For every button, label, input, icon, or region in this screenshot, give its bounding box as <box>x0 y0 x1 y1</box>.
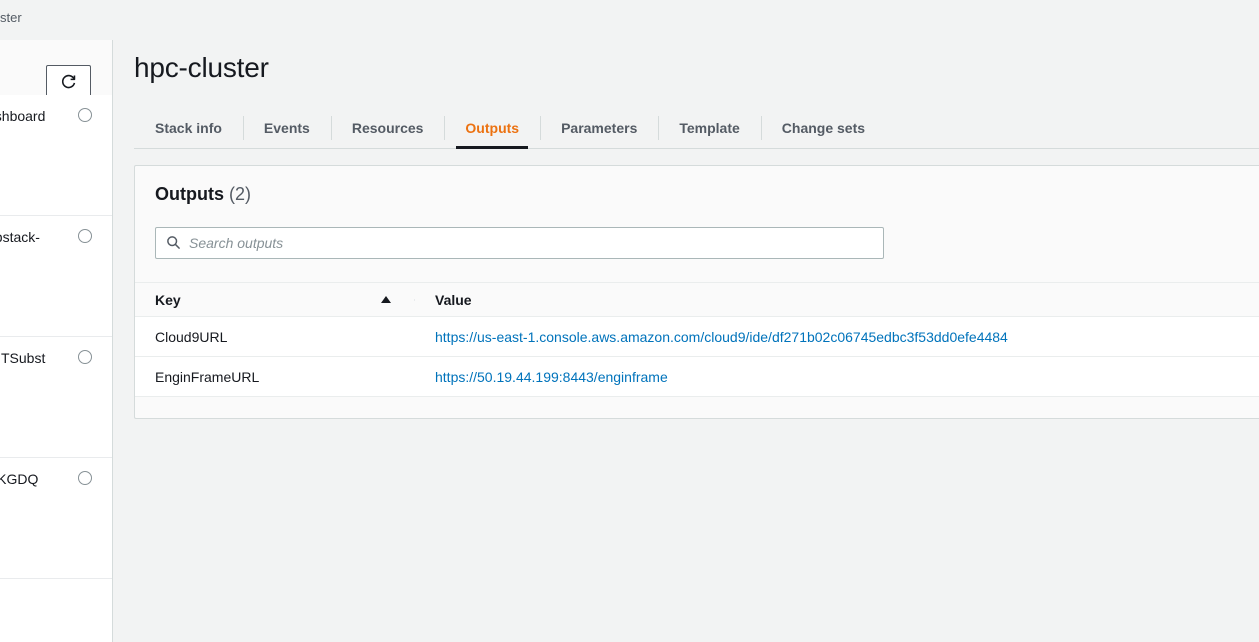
outputs-table: Key Value Cloud9URL https://us-east-1.co… <box>135 282 1259 397</box>
tab-bar: Stack info Events Resources Outputs Para… <box>134 108 1259 149</box>
outputs-heading: Outputs <box>155 184 224 204</box>
main-content: hpc-cluster Stack info Events Resources … <box>114 40 1259 642</box>
output-value-link[interactable]: https://50.19.44.199:8443/enginframe <box>435 369 668 385</box>
output-key: Cloud9URL <box>155 328 228 345</box>
output-value: https://us-east-1.console.aws.amazon.com… <box>415 329 1008 345</box>
outputs-card-header: Outputs (2) <box>135 166 1259 205</box>
tab-label: Outputs <box>465 120 520 136</box>
list-item[interactable]: ashboard <box>0 95 112 216</box>
stack-list-rows: ashboard ubstack- HITSubst CKGDQ <box>0 95 112 579</box>
stack-name-label: HITSubst <box>0 350 46 366</box>
output-value: https://50.19.44.199:8443/enginframe <box>415 369 668 385</box>
stack-list-panel: ❮ 1 ❯ ashboard ubstack- HITSubst CKGDQ <box>0 40 113 642</box>
refresh-icon <box>60 73 77 90</box>
table-row: Cloud9URL https://us-east-1.console.aws.… <box>135 317 1259 357</box>
column-header-value[interactable]: Value <box>415 292 472 308</box>
tab-change-sets[interactable]: Change sets <box>760 108 886 148</box>
tab-label: Resources <box>351 120 424 136</box>
list-item[interactable]: HITSubst <box>0 337 112 458</box>
breadcrumb[interactable]: ster <box>0 10 22 25</box>
tab-template[interactable]: Template <box>658 108 760 148</box>
table-header-row: Key Value <box>135 282 1259 317</box>
tab-label: Parameters <box>561 120 638 136</box>
stack-select-radio[interactable] <box>78 229 92 243</box>
stack-select-radio[interactable] <box>78 471 92 485</box>
list-item[interactable]: CKGDQ <box>0 458 112 579</box>
app-root: ster ❮ 1 ❯ ashboard <box>0 0 1259 642</box>
tab-label: Stack info <box>155 120 222 136</box>
page-title: hpc-cluster <box>134 52 269 83</box>
tab-events[interactable]: Events <box>242 108 331 148</box>
output-key: EnginFrameURL <box>155 368 260 385</box>
stack-select-radio[interactable] <box>78 350 92 364</box>
stack-name-label: CKGDQ <box>0 471 39 487</box>
tab-resources[interactable]: Resources <box>330 108 445 148</box>
sort-ascending-icon <box>381 296 391 303</box>
stack-name-label: ubstack- <box>0 229 40 245</box>
search-input[interactable] <box>155 227 884 259</box>
tab-label: Change sets <box>781 120 866 136</box>
outputs-count: (2) <box>229 184 251 204</box>
tab-stack-info[interactable]: Stack info <box>134 108 243 148</box>
stack-select-radio[interactable] <box>78 108 92 122</box>
list-item[interactable]: ubstack- <box>0 216 112 337</box>
column-header-key[interactable]: Key <box>135 292 415 308</box>
tab-label: Template <box>679 120 740 136</box>
stack-name-label: ashboard <box>0 108 46 124</box>
tab-parameters[interactable]: Parameters <box>540 108 658 148</box>
table-row: EnginFrameURL https://50.19.44.199:8443/… <box>135 357 1259 397</box>
refresh-button[interactable] <box>46 65 91 97</box>
column-header-label: Value <box>435 291 472 308</box>
stack-list-toolbar <box>0 40 112 97</box>
outputs-search-wrapper <box>155 227 884 259</box>
tab-label: Events <box>263 120 310 136</box>
output-value-link[interactable]: https://us-east-1.console.aws.amazon.com… <box>435 329 1008 345</box>
tab-outputs[interactable]: Outputs <box>444 108 540 149</box>
column-header-label: Key <box>155 291 181 308</box>
outputs-card: Outputs(2) Key <box>134 165 1259 419</box>
